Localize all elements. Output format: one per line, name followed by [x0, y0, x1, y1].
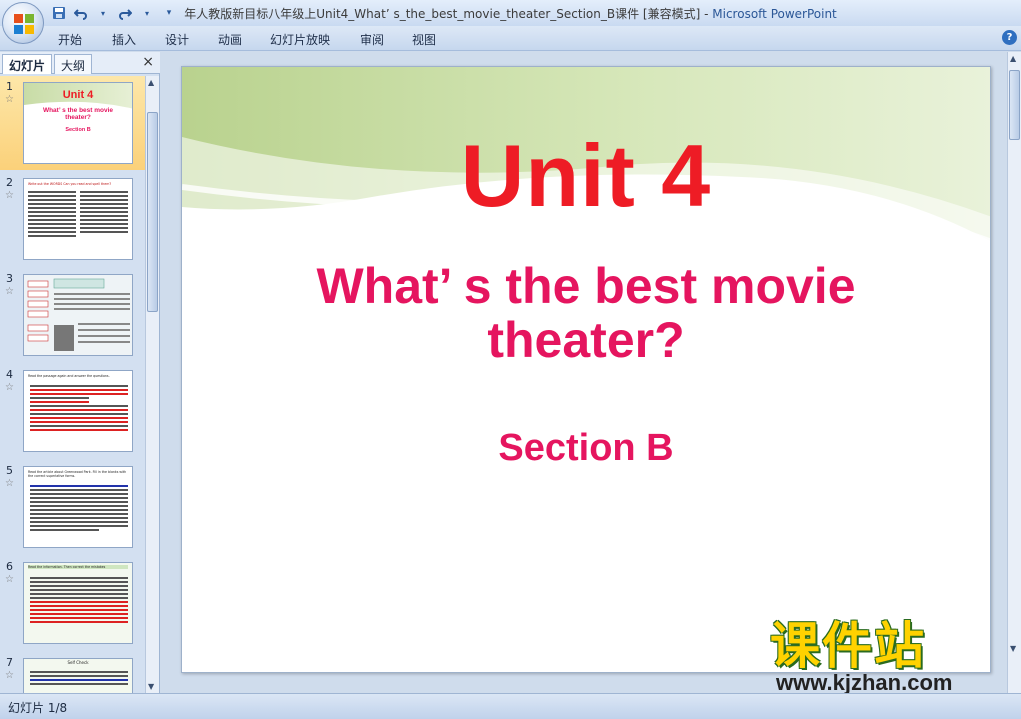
- slide-title[interactable]: Unit 4: [182, 125, 990, 227]
- slide-number: 6: [6, 560, 13, 573]
- slide-editor: Unit 4 What’ s the best movie theater? S…: [161, 52, 1007, 693]
- thumb-text-lines: [80, 189, 128, 235]
- thumb-title: Unit 4: [62, 89, 94, 101]
- thumb-diagram: [24, 275, 132, 355]
- scroll-up-icon[interactable]: ▲: [1010, 54, 1016, 63]
- scroll-up-icon[interactable]: ▲: [148, 78, 154, 87]
- scroll-down-icon[interactable]: ▼: [148, 682, 154, 691]
- thumbnail-preview: Self Check: [23, 658, 133, 693]
- transition-star-icon: ☆: [5, 286, 14, 297]
- slide-number: 2: [6, 176, 13, 189]
- title-bar: ▾ ▾ ▾ 年人教版新目标八年级上Unit4_What’ s_the_best_…: [0, 0, 1021, 26]
- slide-number: 1: [6, 80, 13, 93]
- thumbnail-preview: Write out the WORDS Can you read and spe…: [23, 178, 133, 260]
- thumbnail-preview: Read the article about Greenwood Park. F…: [23, 466, 133, 548]
- current-slide[interactable]: Unit 4 What’ s the best movie theater? S…: [181, 66, 991, 673]
- slide-thumbnail-4[interactable]: 4 ☆ Read the passage again and answer th…: [0, 364, 145, 458]
- thumbnail-preview: Unit 4 What’ s the best movie theater? S…: [23, 82, 133, 164]
- slide-thumbnail-7[interactable]: 7 ☆ Self Check: [0, 652, 145, 693]
- thumb-text-lines: [30, 383, 128, 433]
- thumb-heading: Read the passage again and answer the qu…: [28, 374, 110, 378]
- slide-thumbnail-3[interactable]: 3 ☆: [0, 268, 145, 362]
- slide-subtitle[interactable]: What’ s the best movie theater?: [242, 259, 930, 367]
- thumbnail-preview: [23, 274, 133, 356]
- document-title: 年人教版新目标八年级上Unit4_What’ s_the_best_movie_…: [184, 7, 701, 21]
- panel-tabs: 幻灯片 大纲 ×: [0, 52, 160, 74]
- transition-star-icon: ☆: [5, 478, 14, 489]
- slide-counter: 幻灯片 1/8: [8, 701, 68, 715]
- office-logo-icon: [14, 14, 34, 34]
- app-name: Microsoft PowerPoint: [712, 7, 837, 21]
- thumb-heading: Read the information. Then correct the m…: [28, 565, 128, 569]
- editor-scrollbar[interactable]: ▲ ▼: [1007, 52, 1021, 693]
- scroll-down-icon[interactable]: ▼: [1010, 644, 1016, 653]
- thumbnail-list: 1 ☆ Unit 4 What’ s the best movie theate…: [0, 76, 145, 693]
- tab-slides[interactable]: 幻灯片: [2, 54, 53, 74]
- watermark-text: 课件站: [770, 617, 926, 675]
- ribbon-tabs: 开始 插入 设计 动画 幻灯片放映 审阅 视图: [0, 26, 1021, 51]
- slide-thumbnail-6[interactable]: 6 ☆ Read the information. Then correct t…: [0, 556, 145, 650]
- transition-star-icon: ☆: [5, 382, 14, 393]
- close-icon[interactable]: ×: [142, 54, 154, 70]
- thumb-heading: Write out the WORDS Can you read and spe…: [28, 182, 112, 186]
- thumbnail-preview: Read the passage again and answer the qu…: [23, 370, 133, 452]
- transition-star-icon: ☆: [5, 94, 14, 105]
- watermark-logo: 课件站 www.kjzhan.com: [770, 617, 1002, 695]
- thumb-heading: Read the article about Greenwood Park. F…: [28, 470, 127, 478]
- transition-star-icon: ☆: [5, 670, 14, 681]
- scroll-thumb[interactable]: [1009, 70, 1020, 140]
- tab-view[interactable]: 视图: [412, 31, 436, 48]
- thumb-text-lines: [28, 189, 76, 239]
- tab-outline[interactable]: 大纲: [54, 54, 93, 74]
- slide-thumbnail-2[interactable]: 2 ☆ Write out the WORDS Can you read and…: [0, 172, 145, 266]
- help-icon[interactable]: ?: [1002, 30, 1017, 45]
- slide-number: 4: [6, 368, 13, 381]
- thumb-subtitle: What’ s the best movie theater?: [42, 107, 114, 121]
- slide-section-label[interactable]: Section B: [182, 427, 990, 470]
- thumb-section: Section B: [65, 127, 91, 133]
- slide-number: 7: [6, 656, 13, 669]
- tab-design[interactable]: 设计: [165, 31, 189, 48]
- slide-thumbnail-5[interactable]: 5 ☆ Read the article about Greenwood Par…: [0, 460, 145, 554]
- scroll-thumb[interactable]: [147, 112, 158, 312]
- tab-review[interactable]: 审阅: [360, 31, 384, 48]
- tab-home[interactable]: 开始: [58, 31, 82, 48]
- transition-star-icon: ☆: [5, 574, 14, 585]
- office-button[interactable]: [2, 2, 44, 44]
- tab-insert[interactable]: 插入: [112, 31, 136, 48]
- window-title: 年人教版新目标八年级上Unit4_What’ s_the_best_movie_…: [184, 7, 837, 21]
- thumb-text-lines: [30, 575, 128, 625]
- slide-number: 5: [6, 464, 13, 477]
- thumbnail-preview: Read the information. Then correct the m…: [23, 562, 133, 644]
- tab-slideshow[interactable]: 幻灯片放映: [270, 31, 330, 48]
- thumb-heading: Self Check: [67, 660, 89, 665]
- slide-thumbnail-1[interactable]: 1 ☆ Unit 4 What’ s the best movie theate…: [0, 76, 145, 170]
- slides-panel: 幻灯片 大纲 × 1 ☆ Unit 4 What’ s the best mov…: [0, 52, 160, 693]
- tab-animation[interactable]: 动画: [218, 31, 242, 48]
- thumb-text-lines: [30, 669, 128, 687]
- status-bar: 幻灯片 1/8: [0, 693, 1021, 719]
- slide-number: 3: [6, 272, 13, 285]
- thumbnail-scrollbar[interactable]: ▲ ▼: [145, 76, 159, 693]
- thumb-text-lines: [30, 483, 128, 533]
- transition-star-icon: ☆: [5, 190, 14, 201]
